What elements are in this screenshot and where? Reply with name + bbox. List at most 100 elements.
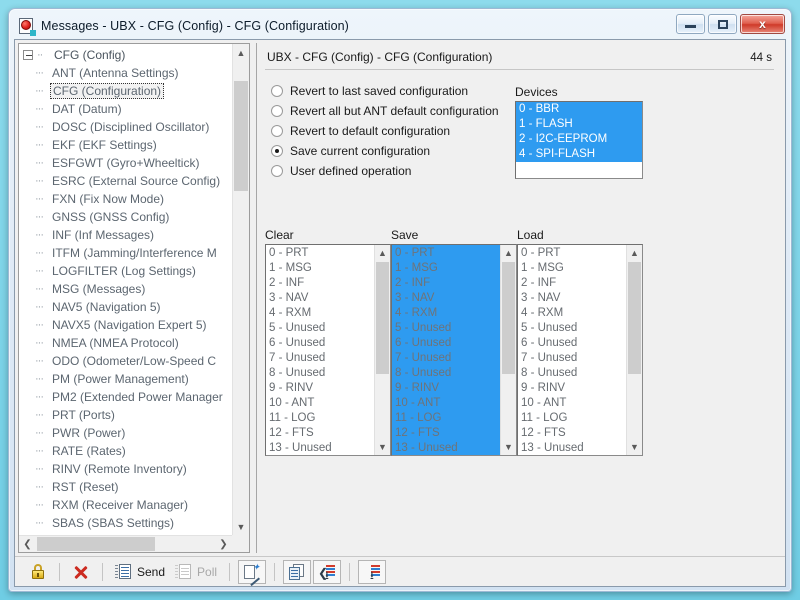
mask-list-item[interactable]: 8 - Unused	[518, 366, 626, 381]
radio-indicator[interactable]	[271, 145, 283, 157]
radio-option[interactable]: Revert to default configuration	[271, 121, 499, 141]
mask-list-item[interactable]: 8 - Unused	[266, 366, 374, 381]
minimize-button[interactable]	[676, 14, 705, 34]
mask-list-item[interactable]: 7 - Unused	[518, 351, 626, 366]
mask-list-item[interactable]: 0 - PRT	[392, 246, 500, 261]
mask-list-item[interactable]: 13 - Unused	[266, 441, 374, 454]
mask-list-item[interactable]: 2 - INF	[266, 276, 374, 291]
mask-list-item[interactable]: 4 - RXM	[392, 306, 500, 321]
mask-list-scrollbar[interactable]: ▲▼	[500, 245, 516, 455]
tree-item[interactable]: ···INF (Inf Messages)	[19, 226, 232, 244]
radio-indicator[interactable]	[271, 165, 283, 177]
device-list-item[interactable]	[516, 162, 642, 177]
mask-list-item[interactable]: 3 - NAV	[518, 291, 626, 306]
radio-option[interactable]: User defined operation	[271, 161, 499, 181]
tree-item[interactable]: ···NAV5 (Navigation 5)	[19, 298, 232, 316]
mask-list-item[interactable]: 12 - FTS	[392, 426, 500, 441]
tree-item[interactable]: ···ESRC (External Source Config)	[19, 172, 232, 190]
save-from-receiver-button[interactable]: ⭳	[358, 560, 386, 584]
tree-item[interactable]: ···DAT (Datum)	[19, 100, 232, 118]
mask-list-item[interactable]: 3 - NAV	[266, 291, 374, 306]
tree-item[interactable]: ···CFG (Configuration)	[19, 82, 232, 100]
generate-config-button[interactable]: ✦	[238, 560, 266, 584]
radio-indicator[interactable]	[271, 105, 283, 117]
mask-listbox[interactable]: 0 - PRT1 - MSG2 - INF3 - NAV4 - RXM5 - U…	[265, 244, 391, 456]
tree-item[interactable]: ···RINV (Remote Inventory)	[19, 460, 232, 478]
clear-button[interactable]	[68, 560, 94, 584]
tree-item[interactable]: ···NAVX5 (Navigation Expert 5)	[19, 316, 232, 334]
mask-list-item[interactable]: 11 - LOG	[392, 411, 500, 426]
send-button[interactable]: Send	[111, 560, 169, 584]
mask-list-scrollbar[interactable]: ▲▼	[626, 245, 642, 455]
scroll-up-icon[interactable]: ▲	[233, 44, 249, 61]
mask-list-item[interactable]: 11 - LOG	[266, 411, 374, 426]
devices-listbox[interactable]: 0 - BBR1 - FLASH2 - I2C-EEPROM4 - SPI-FL…	[515, 101, 643, 179]
mask-scroll-thumb[interactable]	[628, 262, 641, 374]
mask-list-item[interactable]: 0 - PRT	[518, 246, 626, 261]
maximize-button[interactable]	[708, 14, 737, 34]
radio-option[interactable]: Revert all but ANT default configuration	[271, 101, 499, 121]
mask-list-item[interactable]: 5 - Unused	[392, 321, 500, 336]
tree-vertical-scrollbar[interactable]: ▲ ▼	[232, 44, 249, 535]
mask-list-item[interactable]: 10 - ANT	[518, 396, 626, 411]
mask-listbox[interactable]: 0 - PRT1 - MSG2 - INF3 - NAV4 - RXM5 - U…	[391, 244, 517, 456]
tree-horizontal-scrollbar[interactable]: ❮ ❯	[19, 535, 249, 552]
mask-list-item[interactable]: 12 - FTS	[266, 426, 374, 441]
mask-list-item[interactable]: 9 - RINV	[392, 381, 500, 396]
device-list-item[interactable]: 4 - SPI-FLASH	[516, 147, 642, 162]
scroll-right-icon[interactable]: ❯	[215, 536, 232, 553]
mask-list-item[interactable]: 1 - MSG	[518, 261, 626, 276]
mask-list-item[interactable]: 13 - Unused	[392, 441, 500, 454]
tree-item[interactable]: ···FXN (Fix Now Mode)	[19, 190, 232, 208]
tree-item[interactable]: ···PM (Power Management)	[19, 370, 232, 388]
mask-list-item[interactable]: 5 - Unused	[266, 321, 374, 336]
tree-item[interactable]: ···RXM (Receiver Manager)	[19, 496, 232, 514]
scroll-up-icon[interactable]: ▲	[627, 245, 642, 261]
tree-item[interactable]: ···EKF (EKF Settings)	[19, 136, 232, 154]
mask-list-item[interactable]: 4 - RXM	[518, 306, 626, 321]
unlock-button[interactable]	[25, 560, 51, 584]
close-button[interactable]: x	[740, 14, 785, 34]
radio-indicator[interactable]	[271, 85, 283, 97]
mask-list-item[interactable]: 8 - Unused	[392, 366, 500, 381]
scroll-down-icon[interactable]: ▼	[627, 439, 642, 455]
mask-list-item[interactable]: 10 - ANT	[392, 396, 500, 411]
radio-indicator[interactable]	[271, 125, 283, 137]
tree-item[interactable]: ···PRT (Ports)	[19, 406, 232, 424]
mask-list-item[interactable]: 6 - Unused	[392, 336, 500, 351]
tree-vscroll-thumb[interactable]	[234, 81, 248, 191]
tree-item[interactable]: ···RST (Reset)	[19, 478, 232, 496]
tree-item[interactable]: ···ESFGWT (Gyro+Wheeltick)	[19, 154, 232, 172]
radio-option[interactable]: Save current configuration	[271, 141, 499, 161]
tree-item[interactable]: ···ANT (Antenna Settings)	[19, 64, 232, 82]
tree-item[interactable]: ···MSG (Messages)	[19, 280, 232, 298]
tree-item[interactable]: ···ODO (Odometer/Low-Speed C	[19, 352, 232, 370]
tree-item[interactable]: ···GNSS (GNSS Config)	[19, 208, 232, 226]
mask-list-item[interactable]: 6 - Unused	[518, 336, 626, 351]
message-tree[interactable]: ·· CFG (Config) ···ANT (Antenna Settings…	[18, 43, 250, 553]
mask-list-item[interactable]: 2 - INF	[518, 276, 626, 291]
scroll-up-icon[interactable]: ▲	[501, 245, 516, 261]
mask-list-item[interactable]: 12 - FTS	[518, 426, 626, 441]
scroll-up-icon[interactable]: ▲	[375, 245, 390, 261]
mask-list-item[interactable]: 13 - Unused	[518, 441, 626, 454]
collapse-icon[interactable]	[23, 50, 33, 60]
mask-list-item[interactable]: 9 - RINV	[266, 381, 374, 396]
mask-list-item[interactable]: 3 - NAV	[392, 291, 500, 306]
scroll-down-icon[interactable]: ▼	[501, 439, 516, 455]
tree-item[interactable]: ···RATE (Rates)	[19, 442, 232, 460]
tree-item[interactable]: ···PWR (Power)	[19, 424, 232, 442]
device-list-item[interactable]: 0 - BBR	[516, 102, 642, 117]
mask-list-item[interactable]: 11 - LOG	[518, 411, 626, 426]
tree-hscroll-thumb[interactable]	[37, 537, 155, 551]
device-list-item[interactable]: 1 - FLASH	[516, 117, 642, 132]
mask-list-item[interactable]: 6 - Unused	[266, 336, 374, 351]
tree-item[interactable]: ···ITFM (Jamming/Interference M	[19, 244, 232, 262]
tree-item[interactable]: ···PM2 (Extended Power Manager	[19, 388, 232, 406]
mask-list-item[interactable]: 4 - RXM	[266, 306, 374, 321]
mask-list-item[interactable]: 5 - Unused	[518, 321, 626, 336]
device-list-item[interactable]: 2 - I2C-EEPROM	[516, 132, 642, 147]
mask-list-item[interactable]: 7 - Unused	[392, 351, 500, 366]
tree-item[interactable]: ···DOSC (Disciplined Oscillator)	[19, 118, 232, 136]
tree-root-cfg[interactable]: ·· CFG (Config)	[19, 46, 232, 64]
